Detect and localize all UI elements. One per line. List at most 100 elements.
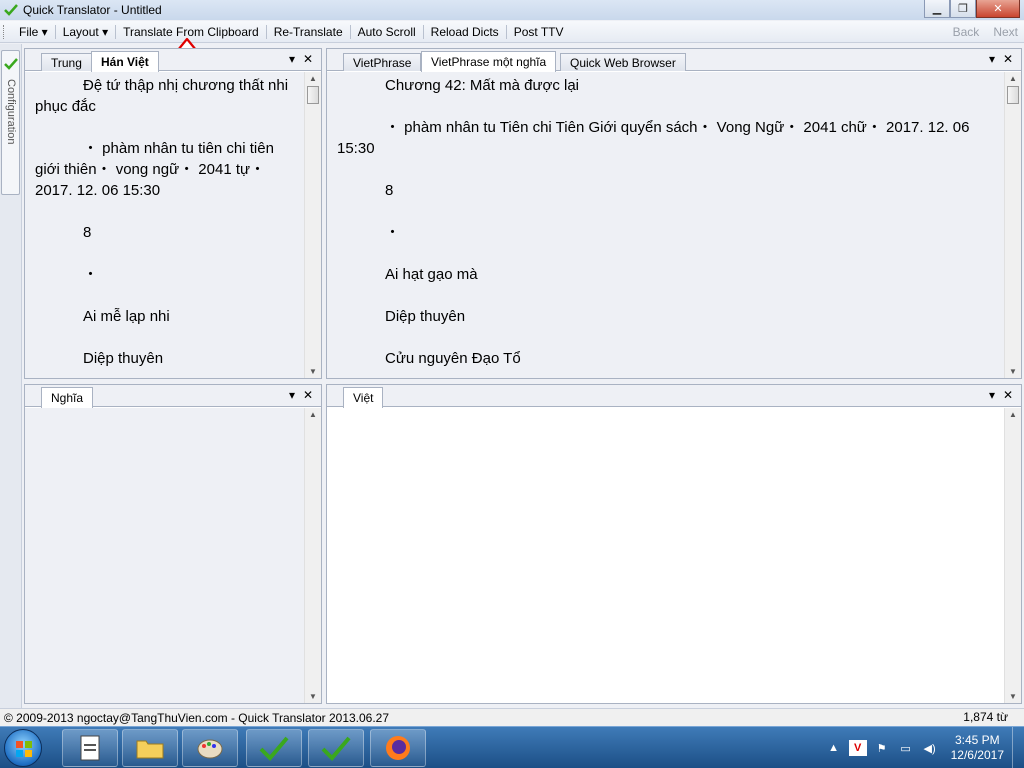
clock-date: 12/6/2017 (950, 748, 1004, 762)
scroll-up-icon[interactable]: ▲ (309, 410, 317, 419)
paragraph: ・ phàm nhân tu tiên chi tiên giới thiên・… (35, 140, 274, 199)
check-icon (3, 2, 19, 18)
taskbar-firefox[interactable] (370, 729, 426, 767)
taskbar: ▲ V ⚑ ▭ ◀) 3:45 PM 12/6/2017 (0, 726, 1024, 768)
chevron-down-icon[interactable]: ▾ (289, 388, 295, 402)
chevron-down-icon[interactable]: ▾ (989, 388, 995, 402)
system-tray: ▲ V ⚑ ▭ ◀) 3:45 PM 12/6/2017 (825, 727, 1024, 768)
show-desktop-button[interactable] (1012, 727, 1024, 768)
tab-vietphrase[interactable]: VietPhrase (343, 53, 422, 71)
han-viet-panel: Trung Hán Việt ▾ ✕ Đệ tứ thập nhị chương… (24, 48, 322, 379)
taskbar-notepad[interactable] (62, 729, 118, 767)
tab-han-viet[interactable]: Hán Việt (91, 51, 159, 72)
vertical-scrollbar[interactable]: ▲ ▼ (1004, 408, 1021, 703)
window-title: Quick Translator - Untitled (23, 3, 162, 17)
tab-quick-web-browser[interactable]: Quick Web Browser (560, 53, 686, 71)
clock[interactable]: 3:45 PM 12/6/2017 (951, 733, 1004, 763)
next-button[interactable]: Next (993, 25, 1018, 39)
tab-trung[interactable]: Trung (41, 53, 92, 71)
paragraph: Đệ tứ thập nhị chương thất nhi phục đắc (35, 77, 289, 115)
paragraph: ・ phàm nhân tu Tiên chi Tiên Giới quyển … (337, 119, 970, 157)
vietkey-icon[interactable]: V (848, 740, 867, 756)
paragraph: Diệp thuyên (385, 308, 466, 325)
file-menu[interactable]: File ▾ (12, 21, 55, 43)
tab-strip: Việt ▾ ✕ (327, 385, 1021, 408)
close-icon[interactable]: ✕ (1003, 388, 1013, 402)
scroll-up-icon[interactable]: ▲ (1009, 74, 1017, 83)
vertical-scrollbar[interactable]: ▲ ▼ (304, 408, 321, 703)
nghia-text[interactable] (25, 408, 304, 703)
word-count: 1,874 từ (963, 710, 1008, 724)
layout-menu[interactable]: Layout ▾ (56, 21, 115, 43)
network-icon[interactable]: ▭ (897, 740, 915, 756)
vertical-scrollbar[interactable]: ▲ ▼ (1004, 72, 1021, 378)
tab-strip: Nghĩa ▾ ✕ (25, 385, 321, 408)
paragraph: Ai hạt gạo mà (385, 266, 478, 283)
scroll-up-icon[interactable]: ▲ (309, 74, 317, 83)
close-icon[interactable]: ✕ (303, 388, 313, 402)
paragraph: Ai mễ lạp nhi (83, 308, 170, 325)
maximize-button[interactable]: ❐ (950, 0, 976, 18)
tab-viet[interactable]: Việt (343, 387, 384, 408)
scroll-down-icon[interactable]: ▼ (1009, 692, 1017, 701)
close-icon[interactable]: ✕ (303, 52, 313, 66)
scroll-thumb[interactable] (1007, 86, 1019, 104)
flag-icon[interactable]: ⚑ (873, 740, 891, 756)
vietphrase-text[interactable]: Chương 42: Mất mà được lại ・ phàm nhân t… (327, 72, 1004, 378)
paragraph: Chương 42: Mất mà được lại (385, 77, 579, 94)
tab-vietphrase-mot-nghia[interactable]: VietPhrase một nghĩa (421, 51, 557, 72)
status-bar: © 2009-2013 ngoctay@TangThuVien.com - Qu… (0, 708, 1024, 726)
configuration-label: Configuration (5, 79, 17, 145)
scroll-thumb[interactable] (307, 86, 319, 104)
taskbar-explorer[interactable] (122, 729, 178, 767)
viet-text[interactable] (327, 408, 1004, 703)
clock-time: 3:45 PM (954, 733, 1000, 747)
reload-dicts-button[interactable]: Reload Dicts (424, 21, 506, 43)
paragraph: Cửu nguyên Đạo Tổ (385, 350, 521, 367)
tab-nghia[interactable]: Nghĩa (41, 387, 94, 408)
paragraph: 8 (83, 224, 92, 241)
han-viet-text[interactable]: Đệ tứ thập nhị chương thất nhi phục đắc … (25, 72, 304, 378)
tab-strip: Trung Hán Việt ▾ ✕ (25, 49, 321, 72)
taskbar-paint[interactable] (182, 729, 238, 767)
explorer-icon (136, 740, 164, 759)
configuration-tab[interactable]: Configuration (1, 50, 20, 195)
volume-icon[interactable]: ◀) (921, 740, 939, 756)
scroll-down-icon[interactable]: ▼ (309, 367, 317, 376)
scroll-down-icon[interactable]: ▼ (309, 692, 317, 701)
menu-bar: File ▾ Layout ▾ Translate From Clipboard… (0, 21, 1024, 43)
paragraph: Diệp thuyên (83, 350, 164, 367)
post-ttv-button[interactable]: Post TTV (507, 21, 571, 43)
scroll-down-icon[interactable]: ▼ (1009, 367, 1017, 376)
vietphrase-panel: VietPhrase VietPhrase một nghĩa Quick We… (326, 48, 1022, 379)
paragraph: ・ (385, 224, 401, 241)
title-bar: Quick Translator - Untitled ▁ ❐ ✕ (0, 0, 1024, 20)
vertical-scrollbar[interactable]: ▲ ▼ (304, 72, 321, 378)
taskbar-quicktranslator-2[interactable] (308, 729, 364, 767)
chevron-up-icon[interactable]: ▲ (825, 740, 843, 756)
minimize-button[interactable]: ▁ (924, 0, 950, 18)
copyright-text: © 2009-2013 ngoctay@TangThuVien.com - Qu… (4, 710, 390, 725)
paragraph: ・ (83, 266, 99, 283)
notepad-icon (80, 735, 100, 761)
start-button[interactable] (4, 729, 42, 767)
re-translate-button[interactable]: Re-Translate (267, 21, 350, 43)
back-button[interactable]: Back (953, 25, 980, 39)
taskbar-quicktranslator[interactable] (246, 729, 302, 767)
paint-icon (197, 739, 223, 759)
toolbar-grip[interactable] (3, 24, 6, 39)
auto-scroll-button[interactable]: Auto Scroll (351, 21, 423, 43)
nghia-panel: Nghĩa ▾ ✕ ▲ ▼ (24, 384, 322, 704)
paragraph: 8 (385, 182, 394, 199)
viet-panel: Việt ▾ ✕ ▲ ▼ (326, 384, 1022, 704)
scroll-up-icon[interactable]: ▲ (1009, 410, 1017, 419)
config-rail: Configuration (0, 44, 22, 708)
quicktranslator-icon (321, 736, 351, 761)
tab-strip: VietPhrase VietPhrase một nghĩa Quick We… (327, 49, 1021, 72)
windows-logo-icon (16, 741, 32, 757)
close-button[interactable]: ✕ (976, 0, 1020, 18)
check-icon (4, 58, 18, 70)
chevron-down-icon[interactable]: ▾ (989, 52, 995, 66)
chevron-down-icon[interactable]: ▾ (289, 52, 295, 66)
close-icon[interactable]: ✕ (1003, 52, 1013, 66)
